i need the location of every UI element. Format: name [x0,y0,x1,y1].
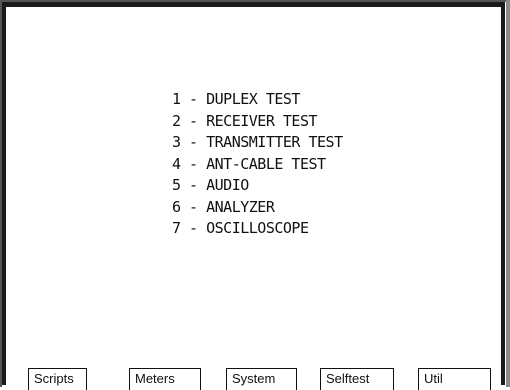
menu-item-ant-cable-test[interactable]: 4 - ANT-CABLE TEST [172,154,343,176]
menu-item-audio[interactable]: 5 - AUDIO [172,175,343,197]
menu-item-receiver-test[interactable]: 2 - RECEIVER TEST [172,111,343,133]
menu-item-transmitter-test[interactable]: 3 - TRANSMITTER TEST [172,132,343,154]
instrument-screen: 1 - DUPLEX TEST 2 - RECEIVER TEST 3 - TR… [0,0,510,390]
menu-item-analyzer[interactable]: 6 - ANALYZER [172,197,343,219]
menu-item-duplex-test[interactable]: 1 - DUPLEX TEST [172,89,343,111]
screen-frame-right-edge [506,0,510,387]
main-menu: 1 - DUPLEX TEST 2 - RECEIVER TEST 3 - TR… [172,89,343,240]
menu-item-oscilloscope[interactable]: 7 - OSCILLOSCOPE [172,218,343,240]
softkey-bar: Scripts Meters System Selftest Util [0,365,510,390]
